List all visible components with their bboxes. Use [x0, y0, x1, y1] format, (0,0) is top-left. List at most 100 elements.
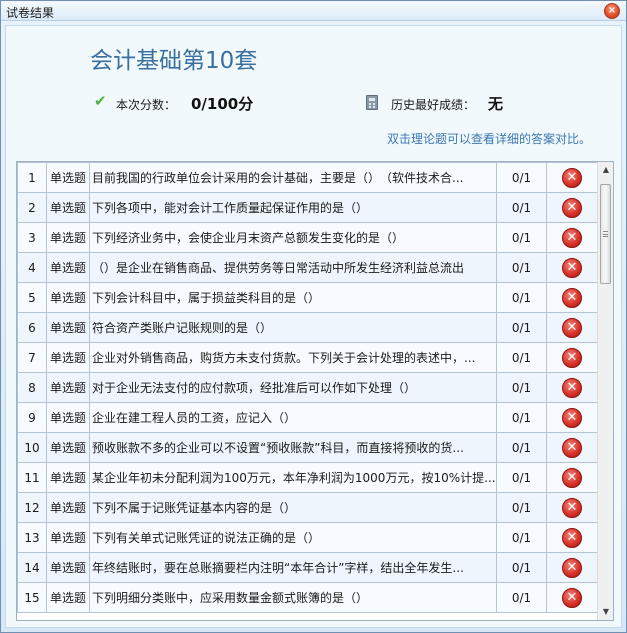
question-type: 单选题 [46, 372, 90, 403]
question-text: 某企业年初未分配利润为100万元，本年净利润为1000万元，按10%计提... [89, 462, 497, 493]
row-number: 6 [17, 312, 47, 343]
question-score: 0/1 [496, 162, 547, 193]
table-row[interactable]: 1 单选题 目前我国的行政单位会计采用的会计基础，主要是（） （软件技术合... 0/… [17, 162, 598, 193]
wrong-x-icon: ✕ [562, 527, 582, 548]
result-cell: ✕ [546, 192, 598, 223]
title-bar[interactable]: 试卷结果 × [1, 1, 626, 21]
question-type: 单选题 [46, 222, 90, 253]
question-score: 0/1 [496, 492, 547, 523]
question-type: 单选题 [46, 192, 90, 223]
question-score: 0/1 [496, 522, 547, 553]
close-button[interactable]: × [604, 3, 620, 19]
question-text: 下列明细分类账中，应采用数量金额式账簿的是（） [89, 582, 497, 613]
row-number: 12 [17, 492, 47, 523]
table-row[interactable]: 2 单选题 下列各项中，能对会计工作质量起保证作用的是（） 0/1 ✕ [17, 192, 598, 223]
question-score: 0/1 [496, 402, 547, 433]
result-cell: ✕ [546, 222, 598, 253]
table-row[interactable]: 11 单选题 某企业年初未分配利润为100万元，本年净利润为1000万元，按10%计… [17, 462, 598, 493]
wrong-x-icon: ✕ [562, 167, 582, 188]
question-text: 预收账款不多的企业可以不设置“预收账款”科目，而直接将预收的货... [89, 432, 497, 463]
question-score: 0/1 [496, 372, 547, 403]
result-cell: ✕ [546, 582, 598, 613]
row-number: 9 [17, 402, 47, 433]
question-text: 符合资产类账户记账规则的是（） [89, 312, 497, 343]
table-row[interactable]: 3 单选题 下列经济业务中，会使企业月末资产总额发生变化的是（） 0/1 ✕ [17, 222, 598, 253]
table-row[interactable]: 6 单选题 符合资产类账户记账规则的是（） 0/1 ✕ [17, 312, 598, 343]
row-number: 3 [17, 222, 47, 253]
row-number: 2 [17, 192, 47, 223]
wrong-x-icon: ✕ [562, 257, 582, 278]
question-score: 0/1 [496, 282, 547, 313]
wrong-x-icon: ✕ [562, 287, 582, 308]
result-cell: ✕ [546, 522, 598, 553]
question-type: 单选题 [46, 552, 90, 583]
question-text: 年终结账时，要在总账摘要栏内注明“本年合计”字样，结出全年发生... [89, 552, 497, 583]
question-score: 0/1 [496, 432, 547, 463]
result-cell: ✕ [546, 552, 598, 583]
question-text: 企业在建工程人员的工资，应记入（） [89, 402, 497, 433]
table-row[interactable]: 9 单选题 企业在建工程人员的工资，应记入（） 0/1 ✕ [17, 402, 598, 433]
question-type: 单选题 [46, 342, 90, 373]
row-number: 13 [17, 522, 47, 553]
question-text: 对于企业无法支付的应付款项，经批准后可以作如下处理（） [89, 372, 497, 403]
hint-text: 双击理论题可以查看详细的答案对比。 [386, 132, 591, 146]
table-row[interactable]: 5 单选题 下列会计科目中，属于损益类科目的是（） 0/1 ✕ [17, 282, 598, 313]
wrong-x-icon: ✕ [562, 407, 582, 428]
calculator-icon [366, 95, 378, 110]
table-row[interactable]: 10 单选题 预收账款不多的企业可以不设置“预收账款”科目，而直接将预收的货... 0… [17, 432, 598, 463]
scroll-down-arrow-icon[interactable]: ▼ [598, 604, 613, 620]
question-text: 下列会计科目中，属于损益类科目的是（） [89, 282, 497, 313]
wrong-x-icon: ✕ [562, 317, 582, 338]
vertical-scrollbar[interactable]: ▲ ▼ [597, 162, 613, 620]
table-row[interactable]: 15 单选题 下列明细分类账中，应采用数量金额式账簿的是（） 0/1 ✕ [17, 582, 598, 613]
question-score: 0/1 [496, 312, 547, 343]
row-number: 15 [17, 582, 47, 613]
question-type: 单选题 [46, 252, 90, 283]
wrong-x-icon: ✕ [562, 587, 582, 608]
wrong-x-icon: ✕ [562, 347, 582, 368]
wrong-x-icon: ✕ [562, 197, 582, 218]
table-row[interactable]: 8 单选题 对于企业无法支付的应付款项，经批准后可以作如下处理（） 0/1 ✕ [17, 372, 598, 403]
question-text: 下列各项中，能对会计工作质量起保证作用的是（） [89, 192, 497, 223]
wrong-x-icon: ✕ [562, 227, 582, 248]
question-type: 单选题 [46, 522, 90, 553]
results-table[interactable]: 1 单选题 目前我国的行政单位会计采用的会计基础，主要是（） （软件技术合... 0/… [16, 161, 614, 621]
result-cell: ✕ [546, 342, 598, 373]
result-cell: ✕ [546, 312, 598, 343]
question-type: 单选题 [46, 582, 90, 613]
question-text: 下列不属于记账凭证基本内容的是（） [89, 492, 497, 523]
question-text: 下列有关单式记账凭证的说法正确的是（） [89, 522, 497, 553]
row-number: 11 [17, 462, 47, 493]
question-text: 目前我国的行政单位会计采用的会计基础，主要是（） （软件技术合... [89, 162, 497, 193]
question-score: 0/1 [496, 252, 547, 283]
wrong-x-icon: ✕ [562, 437, 582, 458]
table-row[interactable]: 12 单选题 下列不属于记账凭证基本内容的是（） 0/1 ✕ [17, 492, 598, 523]
row-number: 14 [17, 552, 47, 583]
result-cell: ✕ [546, 282, 598, 313]
result-window: 试卷结果 × 会计基础第10套 ✔ 本次分数： 0/100分 历史最好成绩： 无… [0, 0, 627, 633]
question-type: 单选题 [46, 312, 90, 343]
question-type: 单选题 [46, 432, 90, 463]
question-type: 单选题 [46, 492, 90, 523]
row-number: 1 [17, 162, 47, 193]
question-score: 0/1 [496, 462, 547, 493]
table-row[interactable]: 7 单选题 企业对外销售商品，购货方未支付货款。下列关于会计处理的表述中，... 0/… [17, 342, 598, 373]
exam-title: 会计基础第10套 [90, 48, 258, 74]
best-score-value: 无 [488, 95, 504, 113]
table-row[interactable]: 14 单选题 年终结账时，要在总账摘要栏内注明“本年合计”字样，结出全年发生... 0… [17, 552, 598, 583]
best-score-label: 历史最好成绩： [391, 98, 476, 112]
scroll-thumb[interactable] [600, 184, 611, 284]
score-row: ✔ 本次分数： 0/100分 历史最好成绩： 无 [94, 92, 614, 113]
question-score: 0/1 [496, 222, 547, 253]
wrong-x-icon: ✕ [562, 557, 582, 578]
scroll-up-arrow-icon[interactable]: ▲ [598, 162, 613, 178]
question-score: 0/1 [496, 552, 547, 583]
scroll-grip-icon [603, 231, 608, 237]
table-row[interactable]: 4 单选题 （）是企业在销售商品、提供劳务等日常活动中所发生经济利益总流出 0/1 ✕ [17, 252, 598, 283]
table-row[interactable]: 13 单选题 下列有关单式记账凭证的说法正确的是（） 0/1 ✕ [17, 522, 598, 553]
wrong-x-icon: ✕ [562, 497, 582, 518]
question-score: 0/1 [496, 192, 547, 223]
row-number: 5 [17, 282, 47, 313]
question-type: 单选题 [46, 162, 90, 193]
row-number: 8 [17, 372, 47, 403]
